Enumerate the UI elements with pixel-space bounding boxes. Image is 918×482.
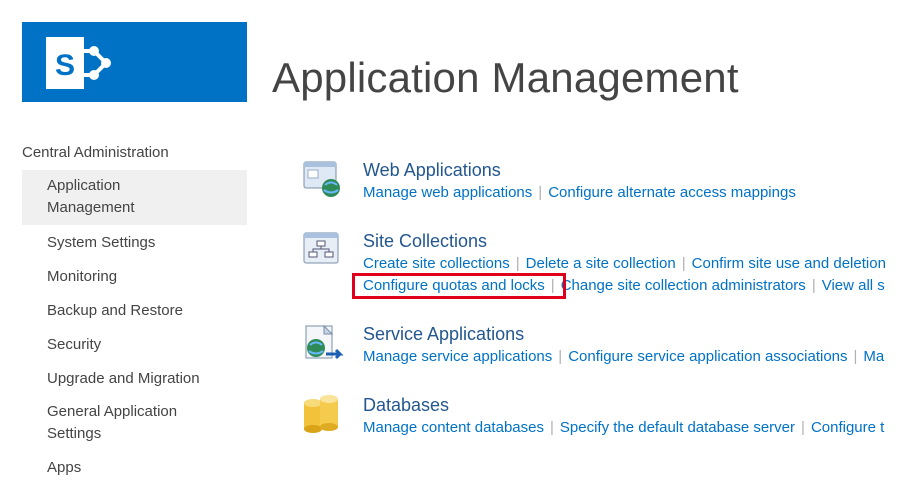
nav-item-label: Apps [47, 459, 82, 476]
section-web-applications: Web Applications Manage web applications… [300, 160, 918, 220]
databases-links: Manage content databases | Specify the def… [363, 419, 885, 436]
web-applications-links: Manage web applications | Configure altern… [363, 184, 796, 201]
nav-item-label: Upgrade and Migration [47, 370, 200, 387]
manage-service-applications-link[interactable]: Manage service applications [363, 348, 552, 365]
configure-databases-link[interactable]: Configure t [811, 419, 884, 436]
nav-item-system-settings[interactable]: System Settings [22, 232, 247, 254]
change-site-collection-administrators-link[interactable]: Change site collection administrators [561, 277, 806, 294]
logo-letter: S [55, 49, 75, 82]
manage-content-databases-link[interactable]: Manage content databases [363, 419, 544, 436]
configure-alternate-access-mappings-link[interactable]: Configure alternate access mappings [548, 184, 796, 201]
highlight-box [352, 273, 566, 299]
confirm-site-use-and-deletion-link[interactable]: Confirm site use and deletion [692, 255, 886, 272]
site-collections-links-row1: Create site collections | Delete a site co… [363, 255, 886, 272]
create-site-collections-link[interactable]: Create site collections [363, 255, 510, 272]
service-applications-icon [305, 324, 344, 360]
section-databases: Databases Manage content databases | Speci… [300, 395, 918, 455]
service-applications-heading[interactable]: Service Applications [363, 324, 524, 345]
nav-item-backup-and-restore[interactable]: Backup and Restore [22, 300, 247, 322]
section-service-applications: Service Applications Manage service appl… [300, 324, 918, 384]
web-applications-heading[interactable]: Web Applications [363, 160, 501, 181]
manage-services-link[interactable]: Ma [863, 348, 884, 365]
view-all-site-collections-link[interactable]: View all s [822, 277, 885, 294]
nav-item-label: Security [47, 336, 102, 353]
configure-service-application-associations-link[interactable]: Configure service application associatio… [568, 348, 847, 365]
delete-site-collection-link[interactable]: Delete a site collection [526, 255, 676, 272]
databases-icon [304, 395, 338, 433]
nav-item-application-management[interactable]: Application Management [22, 170, 247, 225]
nav-item-label: System Settings [47, 234, 156, 251]
manage-web-applications-link[interactable]: Manage web applications [363, 184, 532, 201]
databases-heading[interactable]: Databases [363, 395, 449, 416]
nav-item-label: Backup and Restore [47, 302, 183, 319]
web-applications-icon [303, 161, 340, 197]
service-applications-links: Manage service applications | Configure se… [363, 348, 885, 365]
nav-central-administration[interactable]: Central Administration [22, 144, 169, 161]
nav-item-upgrade-and-migration[interactable]: Upgrade and Migration [22, 368, 247, 390]
nav-item-security[interactable]: Security [22, 334, 247, 356]
sharepoint-logo-icon: S [46, 37, 111, 89]
nav-item-apps[interactable]: Apps [22, 457, 247, 479]
site-collections-icon [303, 232, 339, 264]
nav-item-label: Application Management [47, 177, 135, 216]
page-title: Application Management [272, 54, 739, 101]
site-collections-heading[interactable]: Site Collections [363, 231, 487, 252]
nav-item-label: Monitoring [47, 268, 118, 285]
nav-item-monitoring[interactable]: Monitoring [22, 266, 247, 288]
sharepoint-logo[interactable]: S [22, 22, 247, 102]
specify-default-database-server-link[interactable]: Specify the default database server [560, 419, 795, 436]
nav-item-label: General Application Settings [47, 403, 178, 442]
nav-item-general-application-settings[interactable]: General Application Settings [22, 401, 247, 445]
